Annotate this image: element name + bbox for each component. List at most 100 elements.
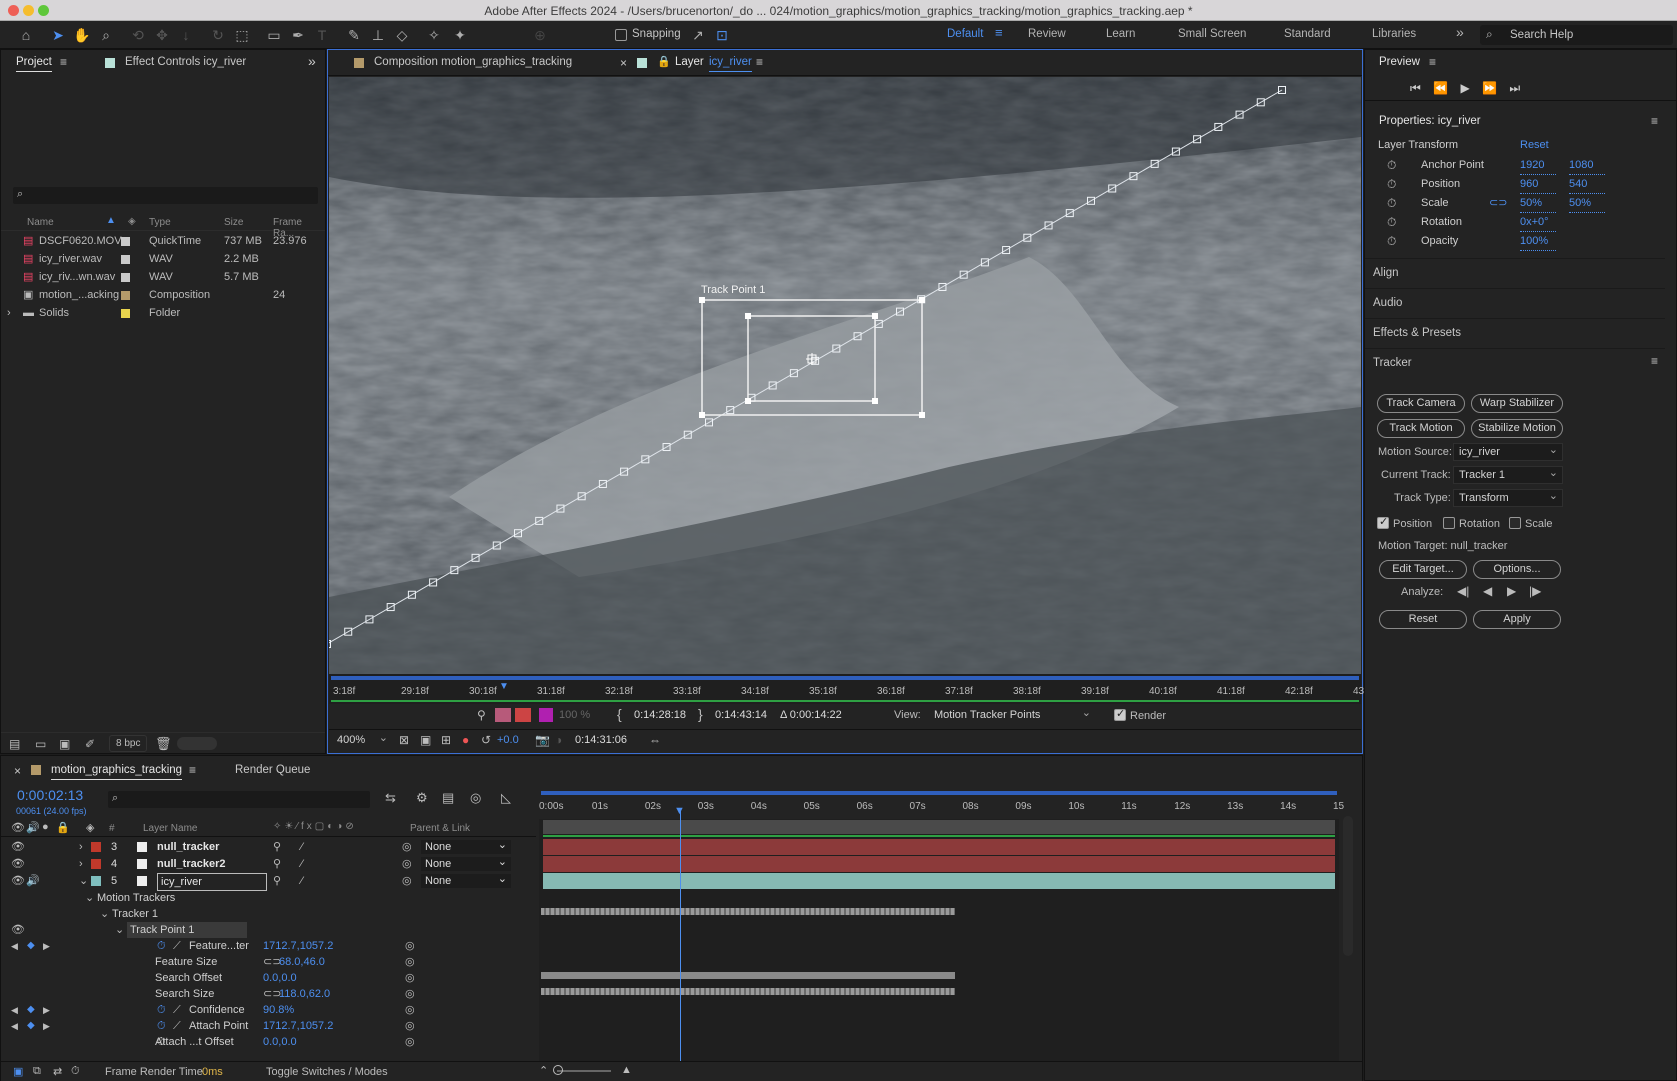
analyze-forward-icon[interactable]: ▶ [1507,584,1516,598]
stopwatch-icon[interactable]: ⏱ [1387,175,1396,193]
prev-keyframe-icon[interactable]: ◀ [11,938,18,954]
pickwhip-icon[interactable]: ◎ [402,856,412,872]
label-swatch[interactable] [121,273,130,282]
audio-toggle-icon[interactable]: 🔊 [26,821,40,834]
expression-icon[interactable]: ◎ [405,1018,415,1034]
roto-brush-icon[interactable]: ✧ [424,25,444,45]
channel-icon[interactable] [495,708,511,722]
options-button[interactable]: Options... [1473,560,1561,579]
sort-ascending-icon[interactable]: ▲ [106,215,116,226]
warp-stabilizer-button[interactable]: Warp Stabilizer [1471,394,1563,413]
attach-point-crosshair[interactable] [806,353,818,365]
workspace-small-screen[interactable]: Small Screen [1178,28,1246,40]
playhead-line[interactable] [680,809,681,1074]
stopwatch-icon[interactable]: ⏱ [1387,213,1396,231]
transform-value-1[interactable]: 50% [1520,194,1556,213]
puppet-icon[interactable]: ⚲ [477,708,486,722]
expression-icon[interactable]: ◎ [405,954,415,970]
axis-mode-icon[interactable]: ⊕ [530,25,550,45]
pickwhip-icon[interactable]: ◎ [402,873,412,889]
property-row[interactable]: ⊂⊃ Feature Size 68.0,46.0 ◎ [1,954,536,970]
transform-value-2[interactable]: 540 [1569,175,1605,194]
audio-icon[interactable]: 🔊 [26,873,40,889]
expression-icon[interactable]: ◎ [405,938,415,954]
stopwatch-icon[interactable]: ⏱ [157,1002,166,1018]
reset-exposure-icon[interactable]: ↺ [481,733,491,747]
attach-point-keyframes[interactable] [541,988,955,995]
zoom-slider-handle[interactable] [553,1065,563,1075]
lock-icon[interactable]: 🔒 [657,55,671,68]
frame-blending-icon[interactable]: ▤ [442,790,454,806]
show-snapshot-icon[interactable]: ◑ [555,733,562,747]
null-tracker2-bar[interactable] [543,856,1335,872]
share-view-icon[interactable]: ⇔ [649,733,661,747]
rectangle-tool-icon[interactable]: ▭ [264,25,284,45]
quality-switch-icon[interactable]: ⁄ [301,873,303,889]
workspace-review[interactable]: Review [1028,28,1066,40]
tracker-menu-icon[interactable]: ≡ [1651,354,1658,368]
more-workspaces-icon[interactable]: » [1456,24,1464,40]
time-graph[interactable]: 0:00s 01s 02s 03s 04s 05s 06s 07s 08s 09s 10s 11s 12… [539,789,1344,1074]
magnification-dropdown[interactable]: 400% [332,730,392,750]
transform-value-1[interactable]: 1920 [1520,156,1556,175]
close-tab-icon[interactable]: × [14,764,21,778]
work-area-bar[interactable] [331,676,1359,680]
analyze-forward-one-icon[interactable]: |▶ [1529,584,1541,598]
color-channel-icon[interactable]: ● [462,733,469,747]
column-name[interactable]: Name [27,217,54,228]
out-point-icon[interactable]: } [698,706,703,722]
quality-switch-icon[interactable]: ⁄ [301,839,303,855]
eye-icon[interactable]: 👁 [11,839,25,855]
pen-tool-icon[interactable]: ✒ [288,25,308,45]
timeline-ruler[interactable]: 0:00s 01s 02s 03s 04s 05s 06s 07s 08s 09s 10s 11s 12… [539,789,1344,819]
in-time[interactable]: 0:14:28:18 [634,709,686,721]
draft-3d-icon[interactable]: ⚙ [416,790,428,806]
hand-tool-icon[interactable]: ✋ [72,25,92,45]
twirl-down-icon[interactable]: ⌄ [115,922,124,938]
project-item[interactable]: ▣ motion_...acking Composition 24 [1,286,325,304]
tab-timeline-composition[interactable]: motion_graphics_tracking [51,764,183,780]
property-row[interactable]: ⌄ Tracker 1 [1,906,536,922]
snapping-checkbox[interactable] [615,29,627,41]
workspace-default[interactable]: Default [947,28,983,40]
reset-button[interactable]: Reset [1379,610,1467,629]
property-value[interactable]: 90.8% [263,1002,294,1018]
puppet-pin-icon[interactable]: ✦ [450,25,470,45]
workspace-standard[interactable]: Standard [1284,28,1331,40]
timeline-scrollbar[interactable] [1343,816,1353,956]
label-swatch[interactable] [121,237,130,246]
graph-editor-icon[interactable]: ◺ [501,790,511,806]
stopwatch-icon[interactable]: ⏱ [157,1018,166,1034]
rotate-tool-icon[interactable]: ↻ [208,25,228,45]
adjust-settings-icon[interactable]: ✐ [85,737,95,751]
pan-tool-icon[interactable]: ✥ [152,25,172,45]
confidence-keyframes[interactable] [541,972,955,979]
quality-switch-icon[interactable]: ⁄ [301,856,303,872]
workspace-libraries[interactable]: Libraries [1372,28,1416,40]
twirl-icon[interactable]: › [79,856,83,872]
analyze-back-one-icon[interactable]: ◀| [1457,584,1469,598]
transform-value-1[interactable]: 0x+0° [1520,213,1556,232]
previous-frame-icon[interactable]: ⏪ [1433,81,1448,95]
eye-icon[interactable]: 👁 [11,856,25,872]
parent-dropdown[interactable]: None ⌄ [421,839,511,854]
expand-icon[interactable]: › [7,304,11,322]
layer-label-swatch[interactable] [91,842,101,852]
expression-icon[interactable]: ◎ [405,1034,415,1050]
panel-menu-icon[interactable]: ≡ [189,763,196,777]
workspace-learn[interactable]: Learn [1106,28,1135,40]
track-type-dropdown[interactable]: Transform [1453,488,1563,507]
analyze-backward-icon[interactable]: ◀ [1483,584,1492,598]
property-row[interactable]: ◀ ◆ ▶ ⏱ ⟋ Feature...ter 1712.7,1057.2 ◎ [1,938,536,954]
timeline-search-input[interactable]: ⌕ [108,791,370,808]
comp-flowchart-icon[interactable]: ⇆ [385,790,396,806]
prev-keyframe-icon[interactable]: ◀ [11,1002,18,1018]
type-tool-icon[interactable]: T [312,25,332,45]
layer-label-swatch[interactable] [91,859,101,869]
transform-value-2[interactable]: 50% [1569,194,1605,213]
transparency-grid-icon[interactable]: ⊞ [441,733,451,747]
tab-composition[interactable]: Composition motion_graphics_tracking [374,56,572,68]
panel-menu-icon[interactable]: ≡ [756,55,763,69]
transform-value-2[interactable]: 1080 [1569,156,1605,175]
new-composition-icon[interactable]: ▣ [59,737,70,751]
